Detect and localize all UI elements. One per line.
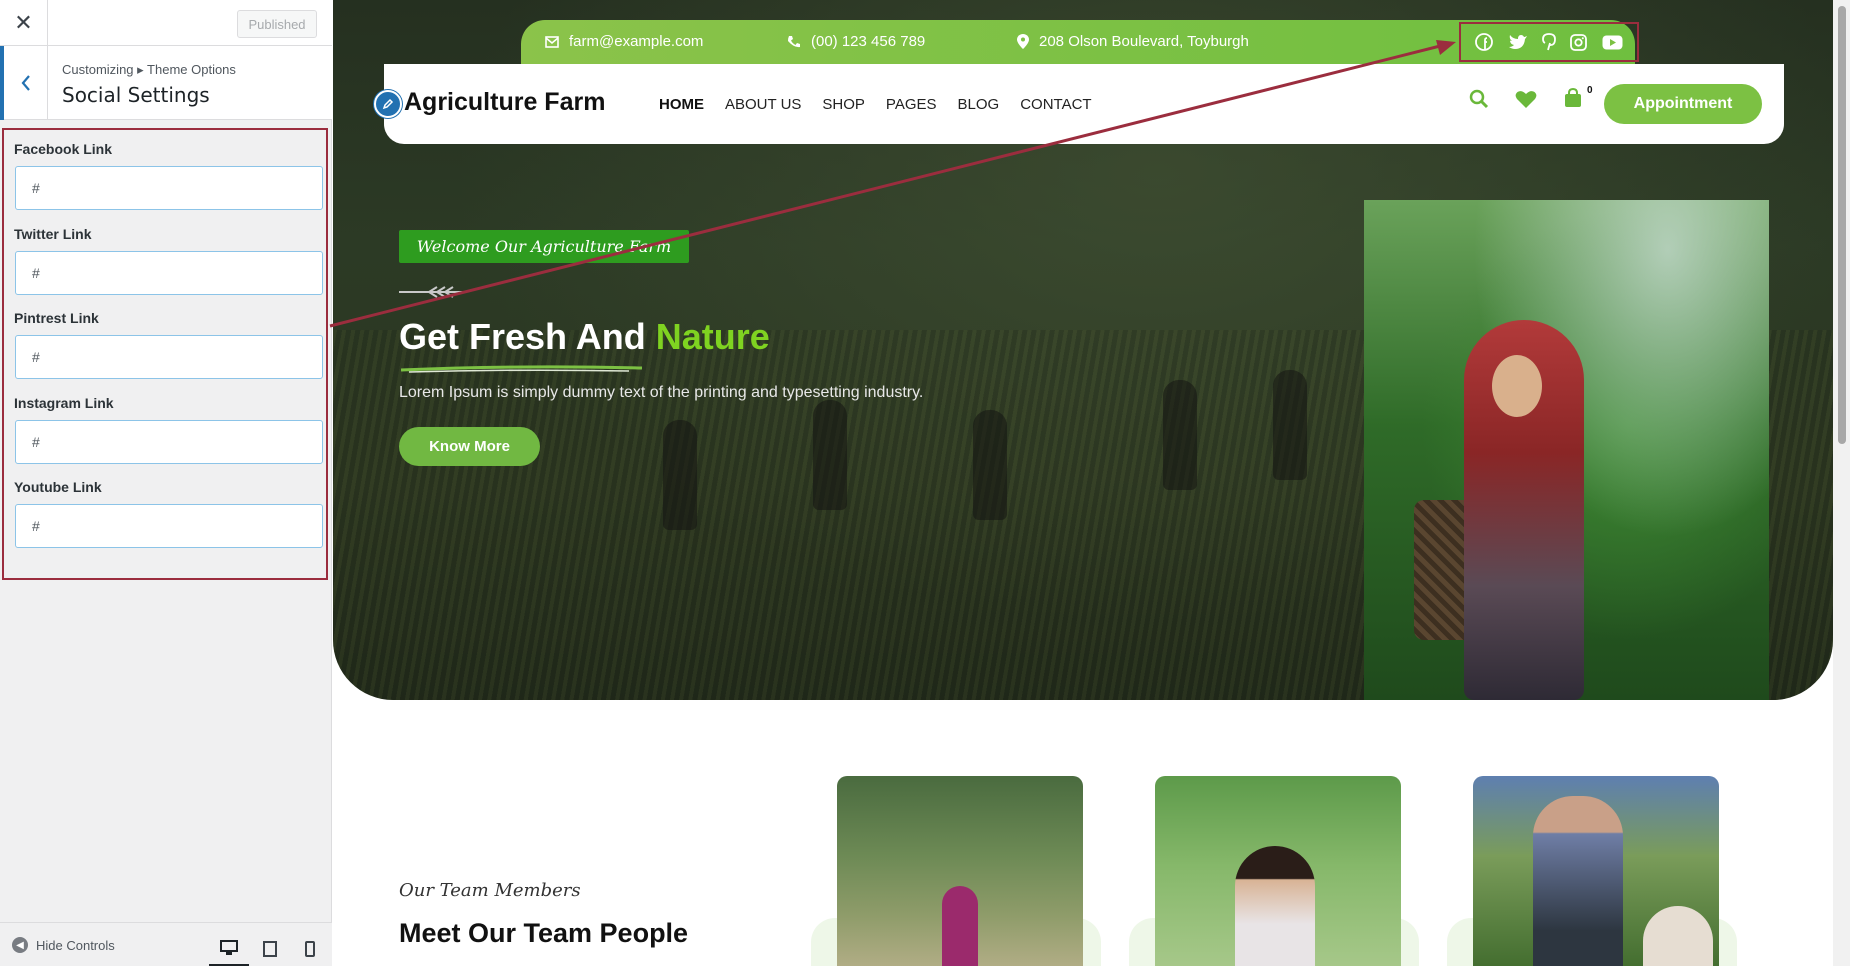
cart-button[interactable]: 0 xyxy=(1563,85,1595,110)
twitter-link-input[interactable] xyxy=(15,251,323,295)
address-item: 208 Olson Boulevard, Toyburgh xyxy=(1017,33,1249,50)
team-member-card[interactable] xyxy=(837,776,1083,966)
customizer-footer: ◀ Hide Controls xyxy=(0,922,332,966)
instagram-link-label: Instagram Link xyxy=(14,395,114,411)
youtube-link-input[interactable] xyxy=(15,504,323,548)
hero-title-white: Get Fresh And xyxy=(399,316,646,357)
page-scrollbar-thumb[interactable] xyxy=(1838,6,1846,444)
cart-count-badge: 0 xyxy=(1585,85,1595,96)
background-figure xyxy=(973,410,1007,520)
hero-title: Get Fresh And Nature xyxy=(399,316,770,358)
collapse-icon: ◀ xyxy=(12,937,28,953)
background-figure xyxy=(1163,380,1197,490)
twitter-link-label: Twitter Link xyxy=(14,226,92,242)
appointment-button[interactable]: Appointment xyxy=(1604,84,1762,124)
nav-contact[interactable]: CONTACT xyxy=(1020,96,1091,113)
wheat-divider-icon xyxy=(399,286,467,298)
hero-description: Lorem Ipsum is simply dummy text of the … xyxy=(399,384,924,401)
heart-icon[interactable] xyxy=(1515,90,1537,109)
phone-item[interactable]: (00) 123 456 789 xyxy=(787,33,925,50)
phone-icon xyxy=(788,35,800,47)
background-figure xyxy=(663,420,697,530)
cow-shape xyxy=(1643,906,1713,966)
mobile-icon xyxy=(305,941,315,957)
email-item[interactable]: farm@example.com xyxy=(545,33,703,50)
team-member-photo xyxy=(1533,796,1623,966)
back-button[interactable] xyxy=(0,46,48,120)
edit-shortcut-button[interactable] xyxy=(374,90,402,118)
shopping-bag-icon xyxy=(1565,87,1581,107)
chevron-left-icon xyxy=(21,75,30,91)
desktop-icon xyxy=(220,939,238,955)
nav-home[interactable]: HOME xyxy=(659,96,704,113)
pinterest-icon[interactable] xyxy=(1542,33,1556,51)
instagram-icon[interactable] xyxy=(1570,33,1588,51)
pinterest-link-label: Pintrest Link xyxy=(14,310,99,326)
background-figure xyxy=(813,400,847,510)
team-member-card[interactable] xyxy=(1473,776,1719,966)
social-icons-highlight xyxy=(1459,22,1639,62)
tablet-preview-button[interactable] xyxy=(250,931,290,966)
desktop-preview-button[interactable] xyxy=(209,931,249,966)
underline-stroke xyxy=(400,365,643,373)
site-logo[interactable]: Agriculture Farm xyxy=(404,88,605,117)
nav-icons: 0 xyxy=(1469,85,1595,110)
nav-shop[interactable]: SHOP xyxy=(822,96,865,113)
close-icon[interactable]: ✕ xyxy=(0,0,48,46)
main-navbar: Agriculture Farm HOME ABOUT US SHOP PAGE… xyxy=(374,64,1784,144)
hero-tagline-badge: Welcome Our Agriculture Farm xyxy=(399,230,689,263)
breadcrumb: Customizing ▸ Theme Options xyxy=(62,62,236,77)
facebook-link-input[interactable] xyxy=(15,166,323,210)
search-icon[interactable] xyxy=(1469,89,1489,109)
hide-controls-button[interactable]: ◀ Hide Controls xyxy=(12,937,115,953)
email-text: farm@example.com xyxy=(569,33,704,50)
email-icon xyxy=(545,36,559,48)
published-button[interactable]: Published xyxy=(237,10,317,38)
team-member-photo xyxy=(942,886,978,966)
team-member-photo xyxy=(1235,846,1315,966)
nav-about-us[interactable]: ABOUT US xyxy=(725,96,801,113)
background-figure xyxy=(1273,370,1307,480)
section-header: Customizing ▸ Theme Options Social Setti… xyxy=(0,46,332,120)
facebook-icon[interactable] xyxy=(1475,33,1494,51)
team-member-card[interactable] xyxy=(1155,776,1401,966)
face-shape xyxy=(1492,355,1542,417)
hide-controls-label: Hide Controls xyxy=(36,937,115,953)
hero-image xyxy=(1364,200,1769,700)
section-title: Social Settings xyxy=(62,83,210,107)
address-text: 208 Olson Boulevard, Toyburgh xyxy=(1039,33,1249,50)
hero-title-highlight: Nature xyxy=(655,316,770,357)
youtube-link-label: Youtube Link xyxy=(14,479,102,495)
nav-pages[interactable]: PAGES xyxy=(886,96,937,113)
team-title: Meet Our Team People xyxy=(399,918,689,948)
mobile-preview-button[interactable] xyxy=(290,931,330,966)
customizer-header: ✕ Published xyxy=(0,0,332,46)
team-subtitle: Our Team Members xyxy=(399,880,581,901)
social-links-controls: Facebook Link Twitter Link Pintrest Link… xyxy=(2,128,328,580)
phone-text: (00) 123 456 789 xyxy=(811,33,926,50)
site-preview: Welcome Our Agriculture Farm Get Fresh A… xyxy=(333,0,1833,966)
nav-blog[interactable]: BLOG xyxy=(958,96,1000,113)
pencil-icon xyxy=(382,98,394,110)
facebook-link-label: Facebook Link xyxy=(14,141,113,157)
twitter-icon[interactable] xyxy=(1508,34,1528,50)
nav-menu: HOME ABOUT US SHOP PAGES BLOG CONTACT xyxy=(659,96,1092,113)
customizer-sidebar: ✕ Published Customizing ▸ Theme Options … xyxy=(0,0,332,966)
know-more-button[interactable]: Know More xyxy=(399,427,540,466)
pinterest-link-input[interactable] xyxy=(15,335,323,379)
youtube-icon[interactable] xyxy=(1602,35,1623,50)
location-pin-icon xyxy=(1017,34,1029,49)
instagram-link-input[interactable] xyxy=(15,420,323,464)
tablet-icon xyxy=(263,941,277,957)
